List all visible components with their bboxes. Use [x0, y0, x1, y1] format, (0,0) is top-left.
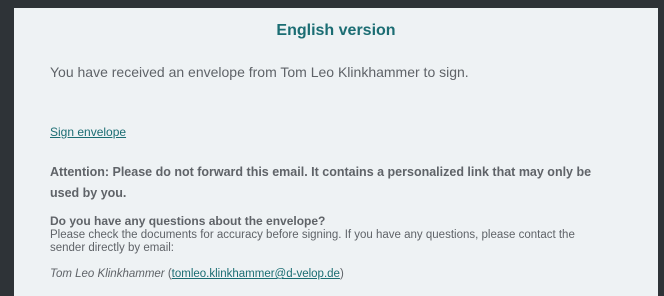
questions-heading: Do you have any questions about the enve…	[50, 214, 326, 228]
attention-notice: Attention: Please do not forward this em…	[50, 165, 592, 200]
email-title: English version	[276, 22, 396, 39]
open-paren: (	[164, 268, 172, 280]
questions-body: Please check the documents for accuracy …	[50, 229, 575, 254]
close-paren: )	[339, 268, 344, 280]
sender-name: Tom Leo Klinkhammer	[50, 268, 165, 280]
email-card: English version You have received an env…	[14, 8, 658, 296]
intro-text: You have received an envelope from Tom L…	[50, 64, 469, 80]
sender-contact-line: Tom Leo Klinkhammer (tomleo.klinkhammer@…	[50, 268, 344, 280]
sender-email-link[interactable]: tomleo.klinkhammer@d-velop.de	[172, 268, 340, 280]
sign-envelope-link[interactable]: Sign envelope	[50, 125, 126, 139]
